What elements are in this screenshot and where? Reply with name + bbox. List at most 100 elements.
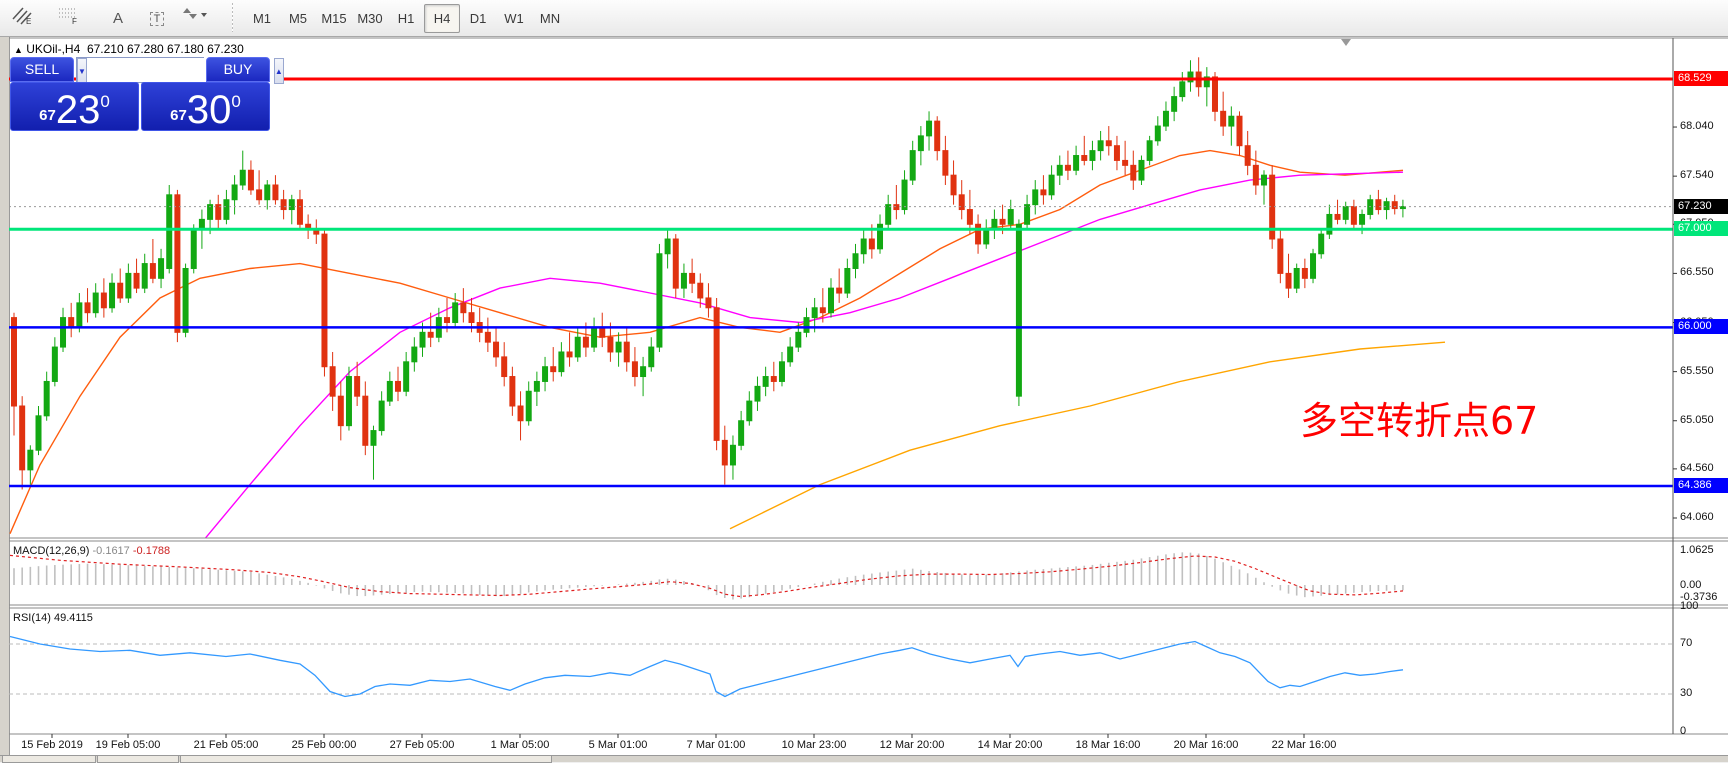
candle (624, 342, 629, 362)
candle (1000, 219, 1005, 224)
candle (1106, 141, 1111, 146)
candle (265, 185, 270, 200)
price-tick: 67.540 (1680, 169, 1714, 181)
chart-title: ▲ UKOil-,H4 67.210 67.280 67.180 67.230 (14, 42, 244, 56)
candle (869, 239, 874, 249)
candle (453, 303, 458, 323)
candle (1294, 268, 1299, 288)
candle (1245, 146, 1250, 166)
sell-price-box[interactable]: 67 23 0 (10, 82, 139, 131)
candle (1090, 151, 1095, 161)
collapse-triangle-icon[interactable]: ▲ (14, 45, 23, 55)
candle (510, 377, 515, 406)
candle (420, 332, 425, 347)
candle (1163, 111, 1168, 126)
chart-tab[interactable] (2, 756, 96, 763)
sell-button[interactable]: SELL (10, 57, 74, 82)
candle (583, 337, 588, 347)
time-axis-label: 1 Mar 05:00 (491, 739, 550, 751)
candle (592, 327, 597, 347)
price-tick: 64.060 (1680, 511, 1714, 523)
candle (273, 185, 278, 200)
candle (690, 273, 695, 283)
price-tag: 66.000 (1674, 319, 1728, 334)
candle (927, 121, 932, 136)
candle (641, 367, 646, 377)
candle (20, 406, 25, 470)
candle (44, 381, 49, 415)
candle (469, 313, 474, 323)
candle (1057, 165, 1062, 175)
candle (681, 273, 686, 288)
candle (1033, 190, 1038, 205)
chart-tab[interactable] (97, 756, 179, 763)
volume-decrement-button[interactable]: ▼ (77, 58, 87, 84)
candle (232, 185, 237, 200)
candle (959, 195, 964, 210)
candle (796, 332, 801, 347)
candle (518, 406, 523, 421)
candle (853, 254, 858, 269)
candle (1172, 97, 1177, 112)
candle (118, 283, 123, 298)
candle (706, 298, 711, 308)
candle (1098, 141, 1103, 151)
candle (722, 440, 727, 465)
candle (1041, 190, 1046, 195)
candle (976, 224, 981, 244)
rsi-scale-tick: 70 (1680, 637, 1692, 649)
volume-increment-button[interactable]: ▲ (274, 58, 284, 84)
price-tick: 65.550 (1680, 365, 1714, 377)
candle (257, 190, 262, 200)
rsi-scale-tick: 30 (1680, 687, 1692, 699)
buy-price-box[interactable]: 67 30 0 (141, 82, 270, 131)
candle (1343, 207, 1348, 220)
candle (1302, 268, 1307, 278)
candle (1351, 207, 1356, 225)
price-tick: 64.560 (1680, 462, 1714, 474)
candle (412, 347, 417, 362)
candle (1311, 254, 1316, 279)
candle (526, 391, 531, 420)
ohlc-quotes: 67.210 67.280 67.180 67.230 (87, 42, 244, 56)
candle (297, 200, 302, 225)
candle (1327, 214, 1332, 234)
candle (355, 377, 360, 397)
candle (93, 293, 98, 313)
candle (575, 337, 580, 357)
candle (804, 318, 809, 333)
time-axis-label: 5 Mar 01:00 (589, 739, 648, 751)
candle (85, 303, 90, 313)
macd-scale-tick: 1.0625 (1680, 544, 1714, 556)
candle (1278, 239, 1283, 273)
chart-tab[interactable] (180, 756, 552, 763)
buy-button[interactable]: BUY (206, 57, 270, 82)
candle (36, 416, 41, 450)
candle (861, 239, 866, 254)
price-tick: 65.050 (1680, 414, 1714, 426)
candle (1212, 77, 1217, 111)
candle (1221, 111, 1226, 126)
candle (346, 377, 351, 426)
price-tag: 67.230 (1674, 199, 1728, 214)
candle (126, 273, 131, 298)
macd-main-value: -0.1617 (92, 545, 129, 557)
candle (1008, 210, 1013, 225)
time-axis-label: 14 Mar 20:00 (978, 739, 1043, 751)
candle (1360, 214, 1365, 224)
macd-label: MACD(12,26,9) -0.1617 -0.1788 (13, 545, 170, 557)
time-axis-label: 15 Feb 2019 (21, 739, 83, 751)
price-tag: 68.529 (1674, 71, 1728, 86)
candle (632, 362, 637, 377)
candle (755, 386, 760, 401)
time-axis-label: 20 Mar 16:00 (1174, 739, 1239, 751)
candle (918, 136, 923, 151)
symbol-period: UKOil-,H4 (26, 42, 80, 56)
candle (338, 396, 343, 425)
price-tag: 67.000 (1674, 221, 1728, 236)
candle (943, 151, 948, 176)
candle (1016, 224, 1021, 396)
candle (845, 268, 850, 293)
candle (1074, 156, 1079, 171)
candle (657, 254, 662, 347)
